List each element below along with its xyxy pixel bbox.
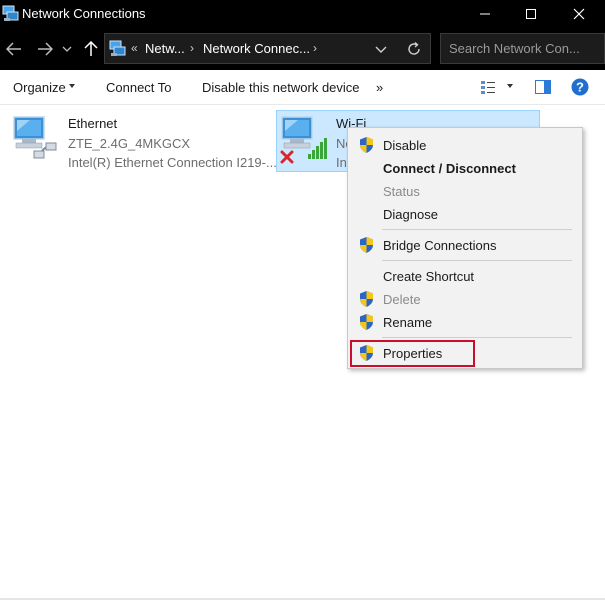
svg-text:?: ? [576,80,584,95]
menu-label: Status [383,184,420,199]
breadcrumb-network-connections[interactable]: Network Connec... [203,41,310,56]
ethernet-name: Ethernet [68,116,118,131]
forward-button[interactable] [34,37,56,61]
breadcrumb-separator-icon[interactable]: › [313,41,317,55]
menu-label: Bridge Connections [383,238,497,253]
preview-pane-icon[interactable] [535,80,551,94]
search-input[interactable] [441,34,604,63]
menu-separator [382,260,572,261]
ethernet-adapter-icon [13,116,57,159]
menu-item-status: Status [348,180,582,202]
menu-item-connect-disconnect[interactable]: Connect / Disconnect [348,157,582,179]
close-icon [573,8,584,20]
title-bar: Network Connections [0,0,605,28]
menu-separator [382,229,572,230]
disable-device-button[interactable]: Disable this network device [202,80,360,95]
menu-label: Rename [383,315,433,330]
uac-shield-icon [360,314,373,330]
change-view-icon[interactable] [480,79,496,95]
menu-label: Connect / Disconnect [383,161,516,176]
address-dropdown-icon[interactable] [372,40,390,58]
minimize-button[interactable] [462,0,507,28]
command-bar: Organize Connect To Disable this network… [0,70,605,105]
menu-item-delete: Delete [348,288,582,310]
forward-arrow-icon [38,42,53,56]
menu-item-bridge-connections[interactable]: Bridge Connections [348,234,582,256]
view-dropdown-icon[interactable] [507,84,513,88]
menu-item-rename[interactable]: Rename [348,311,582,333]
ethernet-device: Intel(R) Ethernet Connection I219-... [68,155,277,170]
minimize-icon [479,13,490,15]
ethernet-connection-item[interactable]: Ethernet ZTE_2.4G_4MKGCX Intel(R) Ethern… [10,113,277,173]
disconnected-x-icon [280,150,294,164]
ethernet-status: ZTE_2.4G_4MKGCX [68,136,191,151]
uac-shield-icon [360,137,373,153]
breadcrumb-separator-icon[interactable]: › [190,41,194,55]
up-button[interactable] [80,37,102,61]
more-commands-button[interactable]: » [376,80,383,95]
window-title: Network Connections [22,6,146,21]
path-overflow-chevron[interactable]: « [131,41,138,55]
close-button[interactable] [556,0,601,28]
organize-button[interactable]: Organize [13,80,66,95]
chevron-down-icon [62,46,72,52]
menu-label: Disable [383,138,427,153]
back-button[interactable] [3,37,25,61]
context-menu: Disable Connect / Disconnect Status Diag… [347,127,583,369]
uac-shield-icon [360,237,373,253]
menu-label: Delete [383,292,421,307]
menu-item-create-shortcut[interactable]: Create Shortcut [348,265,582,287]
organize-dropdown-icon[interactable] [69,84,75,88]
maximize-icon [525,9,536,19]
menu-label: Diagnose [383,207,438,222]
maximize-button[interactable] [508,0,553,28]
up-arrow-icon [84,41,98,56]
menu-separator [382,337,572,338]
menu-item-disable[interactable]: Disable [348,134,582,156]
uac-shield-icon [360,291,373,307]
breadcrumb-network[interactable]: Netw... [145,41,185,56]
address-bar: « Netw... › Network Connec... › [0,28,605,70]
recent-locations-button[interactable] [59,37,75,61]
search-box[interactable] [440,33,605,64]
network-connections-app-icon [2,5,19,21]
network-connections-window: Network Connections « Netw... › Network … [0,0,605,600]
back-arrow-icon [6,42,21,56]
properties-highlight-annotation [350,340,475,367]
help-icon[interactable]: ? [571,78,589,96]
address-path-box[interactable]: « Netw... › Network Connec... › [104,33,431,64]
menu-item-diagnose[interactable]: Diagnose [348,203,582,225]
menu-label: Create Shortcut [383,269,475,284]
refresh-icon[interactable] [405,40,423,58]
network-folder-icon [109,40,126,56]
connect-to-button[interactable]: Connect To [106,80,172,95]
